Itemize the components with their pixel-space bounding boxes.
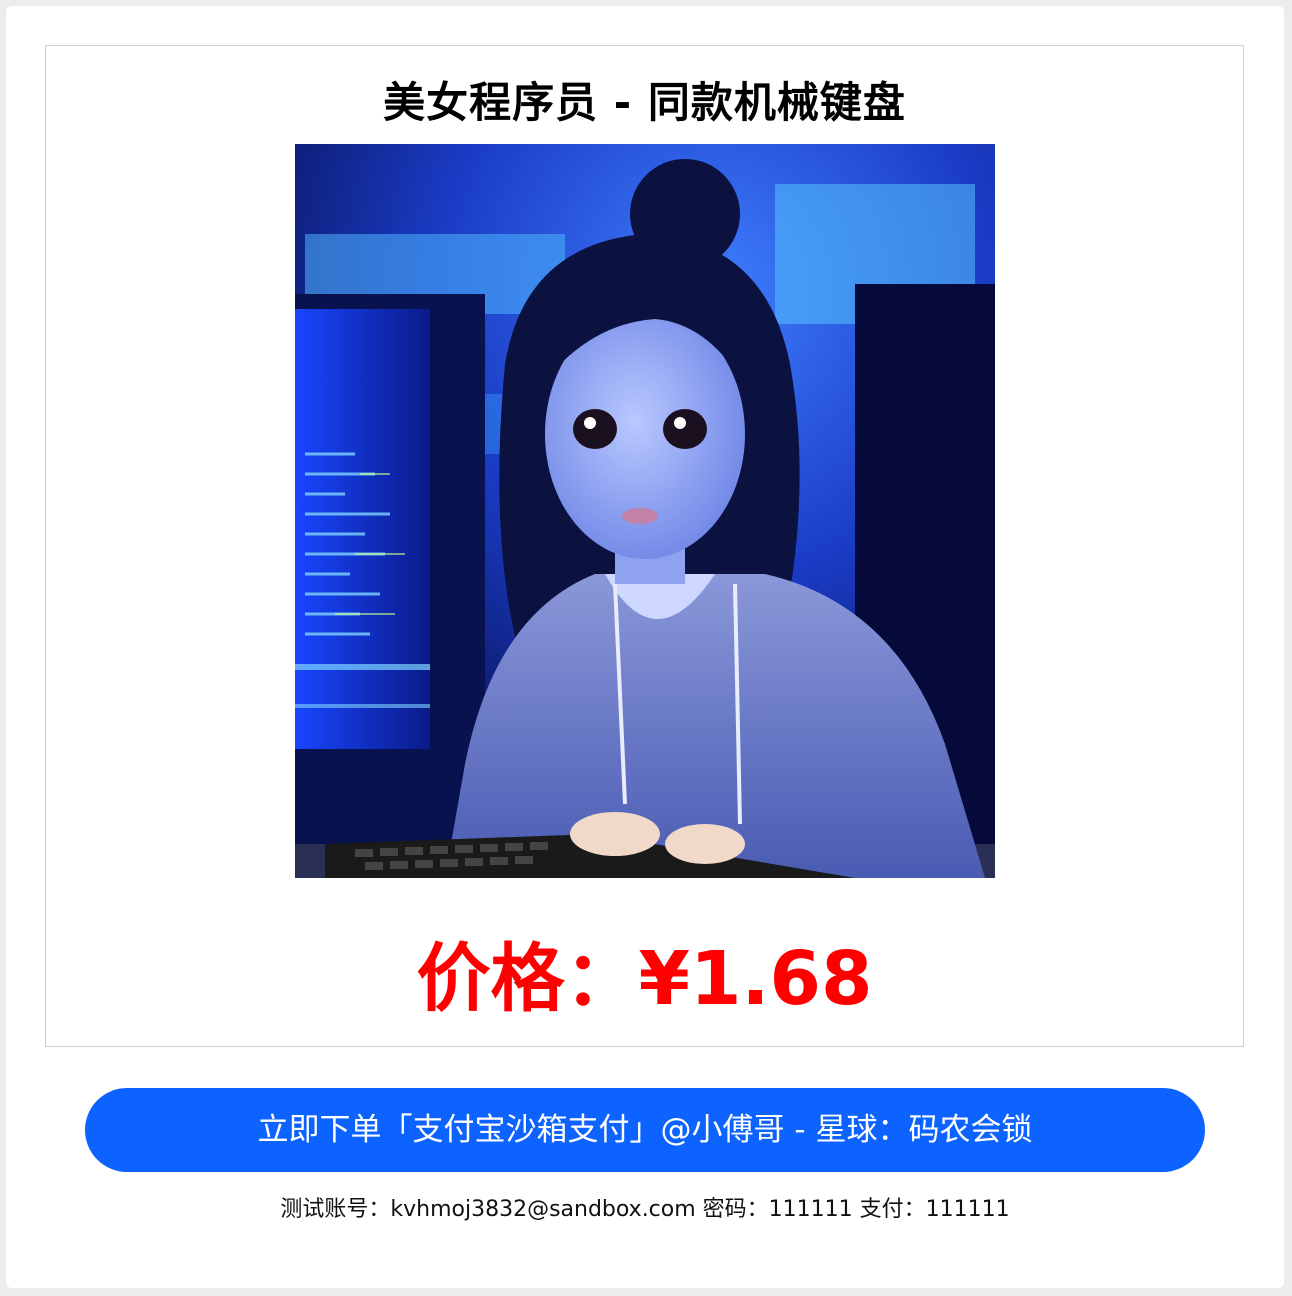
product-image — [295, 144, 995, 878]
order-now-button[interactable]: 立即下单「支付宝沙箱支付」@小傅哥 - 星球：码农会锁 — [85, 1088, 1205, 1172]
product-title: 美女程序员 - 同款机械键盘 — [383, 78, 906, 127]
test-account-info: 测试账号：kvhmoj3832@sandbox.com 密码：111111 支付… — [280, 1197, 1010, 1222]
page: 美女程序员 - 同款机械键盘 价格：¥1.68 立即下单「支付宝沙箱支付」@小傅… — [6, 6, 1284, 1288]
product-card: 美女程序员 - 同款机械键盘 价格：¥1.68 — [45, 45, 1244, 1047]
price-label: 价格：¥1.68 — [416, 936, 873, 1022]
